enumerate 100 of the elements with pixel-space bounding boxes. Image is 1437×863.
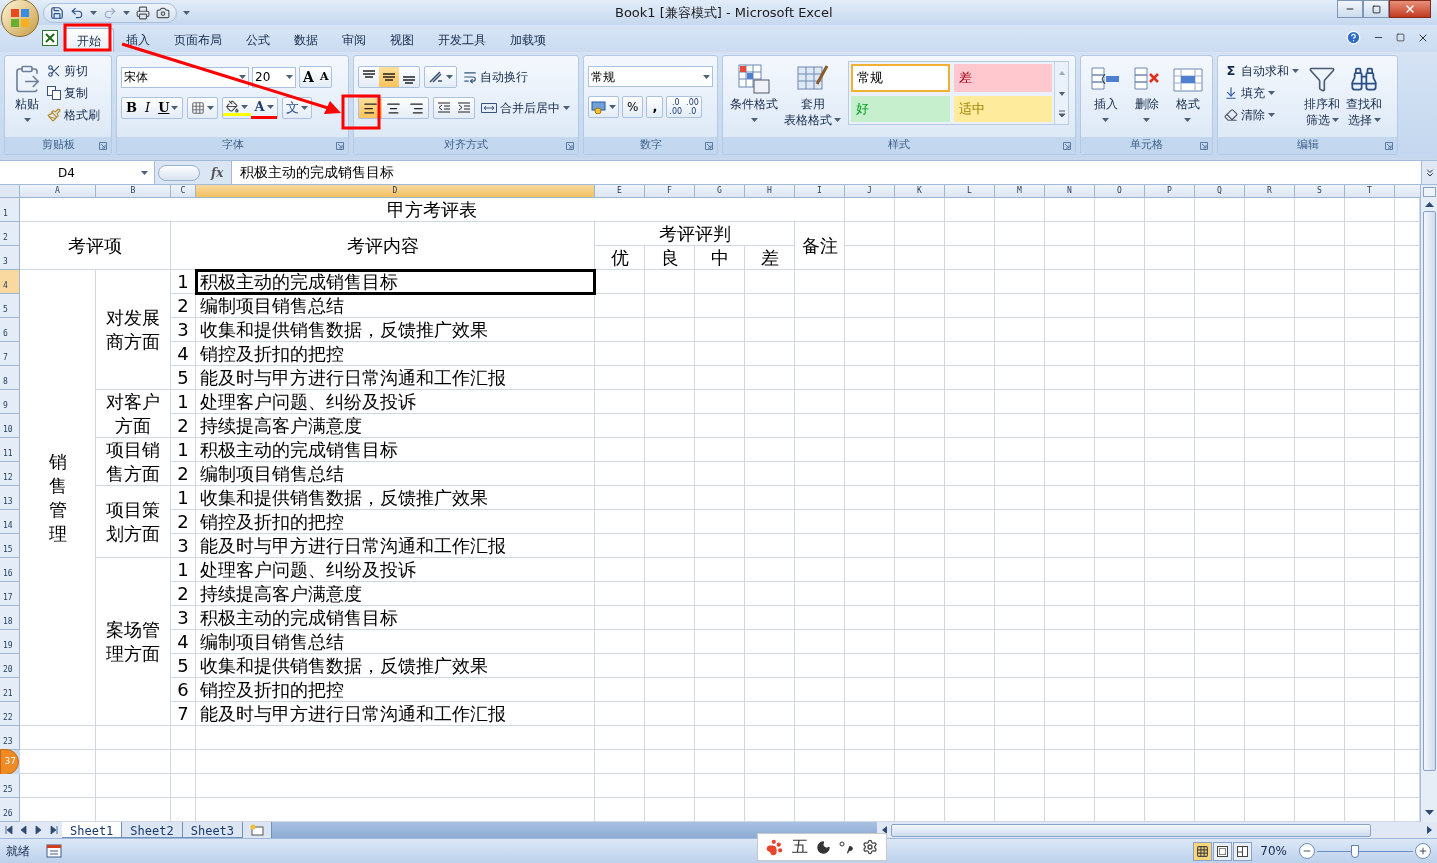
punctuation-icon[interactable]: [839, 840, 854, 854]
launcher-icon[interactable]: [705, 141, 713, 150]
view-button[interactable]: [1233, 841, 1253, 861]
column-header[interactable]: B: [96, 185, 171, 198]
row-header[interactable]: 5: [0, 294, 20, 318]
fill-color-button[interactable]: [223, 100, 252, 116]
column-header[interactable]: A: [20, 185, 96, 198]
column-header[interactable]: I: [795, 185, 845, 198]
sheet-tab[interactable]: Sheet3: [182, 822, 244, 838]
row-header[interactable]: 17: [0, 582, 20, 606]
launcher-icon[interactable]: [566, 141, 574, 150]
row-header[interactable]: 14: [0, 510, 20, 534]
format-as-table-button[interactable]: 套用 表格格式: [781, 58, 844, 137]
zoom-slider[interactable]: [1317, 844, 1413, 858]
wrap-text-button[interactable]: 自动换行: [461, 66, 530, 88]
camera-icon[interactable]: [156, 5, 170, 20]
column-header[interactable]: R: [1245, 185, 1295, 198]
fill-button[interactable]: 填充: [1222, 82, 1301, 104]
paste-button[interactable]: 粘贴: [9, 58, 45, 137]
column-header[interactable]: O: [1095, 185, 1145, 198]
italic-button[interactable]: I: [141, 98, 155, 118]
insert-function-button[interactable]: fx: [203, 163, 232, 182]
row-header[interactable]: 20: [0, 654, 20, 678]
expand-formula-button[interactable]: [1421, 161, 1437, 184]
increase-decimal-button[interactable]: .0 .00: [667, 98, 685, 116]
number-format-field[interactable]: 常规: [588, 66, 713, 87]
launcher-icon[interactable]: [336, 141, 344, 150]
ribbon-tab[interactable]: 视图: [378, 28, 426, 52]
row-header[interactable]: 7: [0, 342, 20, 366]
cell-style-option[interactable]: 常规: [851, 64, 950, 92]
sheet-nav-icon[interactable]: [49, 825, 58, 835]
minimize-button[interactable]: [1337, 0, 1363, 18]
merge-center-button[interactable]: 合并后居中: [479, 97, 572, 119]
moon-icon[interactable]: [815, 839, 831, 855]
decrease-decimal-button[interactable]: .00 .0: [684, 98, 701, 116]
ribbon-tab[interactable]: 页面布局: [162, 28, 234, 52]
office-button[interactable]: [1, 0, 39, 37]
undo-icon[interactable]: [70, 5, 84, 20]
column-header[interactable]: G: [695, 185, 745, 198]
find-select-button[interactable]: 查找和 选择: [1343, 58, 1385, 137]
ribbon-tab[interactable]: 开发工具: [426, 28, 498, 52]
row-header[interactable]: 9: [0, 390, 20, 414]
format-painter-button[interactable]: 格式刷: [45, 104, 102, 126]
macro-record-icon[interactable]: [46, 844, 62, 858]
conditional-format-button[interactable]: 条件格式: [727, 58, 781, 137]
row-header[interactable]: 8: [0, 366, 20, 390]
paw-icon[interactable]: [766, 838, 784, 856]
row-header[interactable]: 21: [0, 678, 20, 702]
column-header[interactable]: Q: [1195, 185, 1245, 198]
view-button[interactable]: [1193, 841, 1213, 861]
row-header[interactable]: 25: [0, 774, 20, 798]
formula-input[interactable]: 积极主动的完成销售目标: [231, 161, 1421, 184]
column-header[interactable]: M: [995, 185, 1045, 198]
column-header[interactable]: H: [745, 185, 795, 198]
copy-button[interactable]: 复制: [45, 82, 102, 104]
launcher-icon[interactable]: [1200, 141, 1208, 150]
ribbon-tab[interactable]: 审阅: [330, 28, 378, 52]
vertical-align-button[interactable]: [379, 67, 399, 87]
format-button[interactable]: 格式: [1169, 58, 1206, 137]
row-header[interactable]: 26: [0, 798, 20, 822]
scroll-thumb[interactable]: [1422, 211, 1436, 771]
restore-button[interactable]: [1363, 0, 1389, 18]
horizontal-scroll-thumb[interactable]: [891, 823, 1371, 837]
column-header[interactable]: C: [171, 185, 196, 198]
font-size-field[interactable]: 20: [252, 66, 296, 88]
row-header[interactable]: 11: [0, 438, 20, 462]
sheet-tab[interactable]: Sheet2: [122, 822, 183, 838]
launcher-icon[interactable]: [1063, 141, 1071, 150]
row-header[interactable]: 19: [0, 630, 20, 654]
grow-font-button[interactable]: A: [300, 66, 317, 88]
column-header[interactable]: F: [645, 185, 695, 198]
sheet-tab[interactable]: Sheet1: [62, 822, 123, 838]
column-header[interactable]: N: [1045, 185, 1095, 198]
row-header[interactable]: 18: [0, 606, 20, 630]
column-header[interactable]: J: [845, 185, 895, 198]
column-header[interactable]: T: [1345, 185, 1395, 198]
horizontal-align-button[interactable]: [359, 98, 382, 118]
row-header[interactable]: 1: [0, 198, 20, 222]
sort-filter-button[interactable]: 排序和 筛选: [1301, 58, 1343, 137]
row-header[interactable]: 23: [0, 726, 20, 750]
splitter-handle[interactable]: [158, 164, 200, 181]
bold-button[interactable]: B: [122, 98, 141, 118]
column-header[interactable]: K: [895, 185, 945, 198]
launcher-icon[interactable]: [1385, 141, 1393, 150]
launcher-icon[interactable]: [99, 141, 107, 150]
cell-style-option[interactable]: 差: [953, 64, 1052, 92]
orientation-button[interactable]: [424, 66, 457, 88]
row-header[interactable]: 22: [0, 702, 20, 726]
restore-icon[interactable]: [1396, 33, 1405, 42]
row-header[interactable]: 4: [0, 270, 20, 294]
phonetic-button[interactable]: 文: [281, 97, 312, 119]
print-preview-icon[interactable]: [136, 5, 150, 20]
column-header[interactable]: L: [945, 185, 995, 198]
borders-button[interactable]: [187, 97, 219, 119]
settings-icon[interactable]: [861, 839, 878, 855]
name-box[interactable]: D4: [0, 161, 155, 184]
help-icon[interactable]: [1346, 30, 1361, 45]
zoom-slider-thumb[interactable]: [1351, 844, 1360, 858]
close-button[interactable]: [1389, 0, 1431, 18]
ribbon-tab[interactable]: 公式: [234, 28, 282, 52]
